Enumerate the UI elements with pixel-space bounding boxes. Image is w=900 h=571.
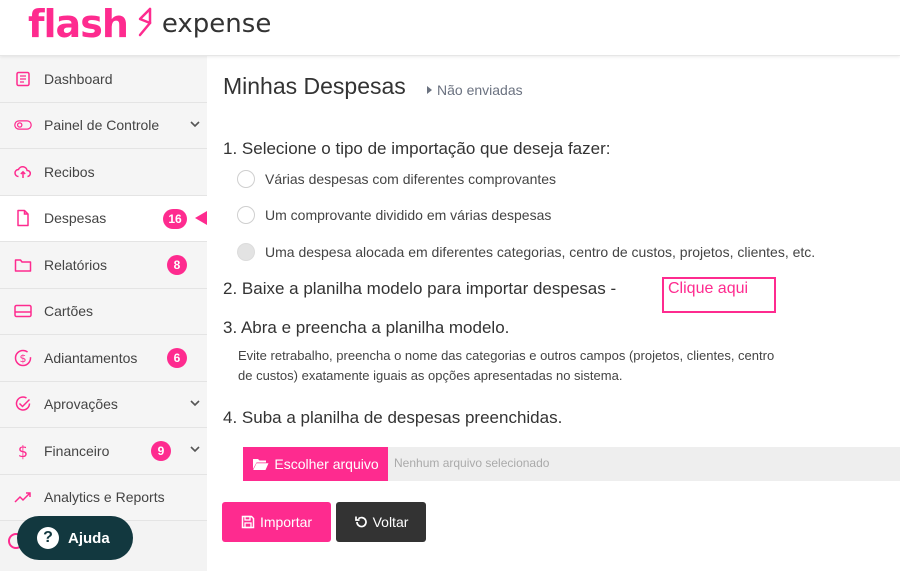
chevron-down-icon [189,396,201,412]
sidebar: Dashboard Painel de Controle Recibos Des… [0,56,207,571]
count-badge: 6 [167,348,187,368]
undo-icon [354,515,368,529]
svg-text:$: $ [20,352,27,365]
svg-text:$: $ [18,442,28,460]
sidebar-item-dashboard[interactable]: Dashboard [0,56,207,103]
check-circle-icon [14,395,32,413]
choose-file-label: Escolher arquivo [274,456,379,472]
sidebar-item-label: Painel de Controle [44,117,160,134]
sidebar-item-cartoes[interactable]: Cartões [0,288,207,335]
sidebar-item-label: Financeiro [44,442,110,459]
hint-text: Evite retrabalho, preencha o nome das ca… [238,348,775,383]
step-4-heading: 4. Suba a planilha de despesas preenchid… [223,408,563,427]
count-badge: 9 [151,441,171,461]
breadcrumb[interactable]: Não enviadas [427,82,523,98]
logo-expense-text: expense [161,9,272,39]
sidebar-item-label: Cartões [44,303,94,320]
count-badge: 16 [163,208,187,229]
question-icon: ? [37,527,59,549]
chevron-down-icon [189,442,201,458]
import-option-2[interactable]: Um comprovante dividido em várias despes… [237,206,551,224]
option-label: Um comprovante dividido em várias despes… [265,207,552,223]
dashboard-icon [14,70,32,88]
import-option-3[interactable]: Uma despesa alocada em diferentes catego… [237,243,815,261]
sidebar-item-label: Aprovações [44,396,118,413]
sidebar-item-financeiro[interactable]: $ Financeiro 9 [0,428,207,475]
page-title: Minhas Despesas [223,73,406,99]
active-indicator [195,210,207,225]
help-button[interactable]: ? Ajuda [17,516,133,560]
choose-file-button[interactable]: Escolher arquivo [243,447,388,481]
option-label: Várias despesas com diferentes comprovan… [265,171,557,187]
top-bar: flash expense [0,0,900,56]
sidebar-item-analytics[interactable]: Analytics e Reports [0,474,207,521]
flash-mark-icon [136,7,156,42]
radio-button[interactable] [237,170,255,188]
file-status: Nenhum arquivo selecionado [394,456,550,470]
radio-button[interactable] [237,206,255,224]
cloud-upload-icon [14,163,32,181]
folder-open-icon [252,457,269,471]
logo[interactable]: flash expense [28,2,271,46]
sidebar-item-aprovacoes[interactable]: Aprovações [0,381,207,428]
breadcrumb-label: Não enviadas [437,82,523,98]
sidebar-item-recibos[interactable]: Recibos [0,149,207,196]
toggle-icon [14,116,32,134]
sidebar-item-adiantamentos[interactable]: $ Adiantamentos 6 [0,335,207,382]
sidebar-item-despesas[interactable]: Despesas 16 [0,195,207,242]
chevron-down-icon [189,117,201,133]
sidebar-item-relatorios[interactable]: Relatórios 8 [0,242,207,289]
option-label: Uma despesa alocada em diferentes catego… [265,244,816,260]
radio-button[interactable] [237,243,255,261]
back-label: Voltar [372,514,409,530]
dollar-icon: $ [14,442,32,460]
step-2-heading: 2. Baixe a planilha modelo para importar… [223,279,617,298]
help-label: Ajuda [68,529,110,547]
dollar-circle-icon: $ [14,349,32,367]
back-button[interactable]: Voltar [336,502,426,542]
import-label: Importar [259,514,313,530]
file-input[interactable]: Escolher arquivo Nenhum arquivo selecion… [243,447,900,481]
folder-icon [14,256,32,274]
count-badge: 8 [167,255,187,275]
step-3-heading: 3. Abra e preencha a planilha modelo. [223,318,510,337]
sidebar-item-painel-de-controle[interactable]: Painel de Controle [0,102,207,149]
import-option-1[interactable]: Várias despesas com diferentes comprovan… [237,170,556,188]
main-content: Minhas Despesas Não enviadas 1. Selecion… [207,56,900,571]
download-template-link[interactable]: Clique aqui [668,280,748,298]
import-button[interactable]: Importar [222,502,331,542]
save-icon [241,515,255,529]
caret-right-icon [427,86,432,94]
sidebar-item-label: Dashboard [44,70,113,87]
sidebar-item-label: Analytics e Reports [44,489,165,506]
logo-flash-text: flash [28,2,129,46]
sidebar-item-label: Recibos [44,163,95,180]
card-icon [14,302,32,320]
document-icon [14,209,32,227]
step-1-heading: 1. Selecione o tipo de importação que de… [223,139,611,158]
trend-icon [14,488,32,506]
